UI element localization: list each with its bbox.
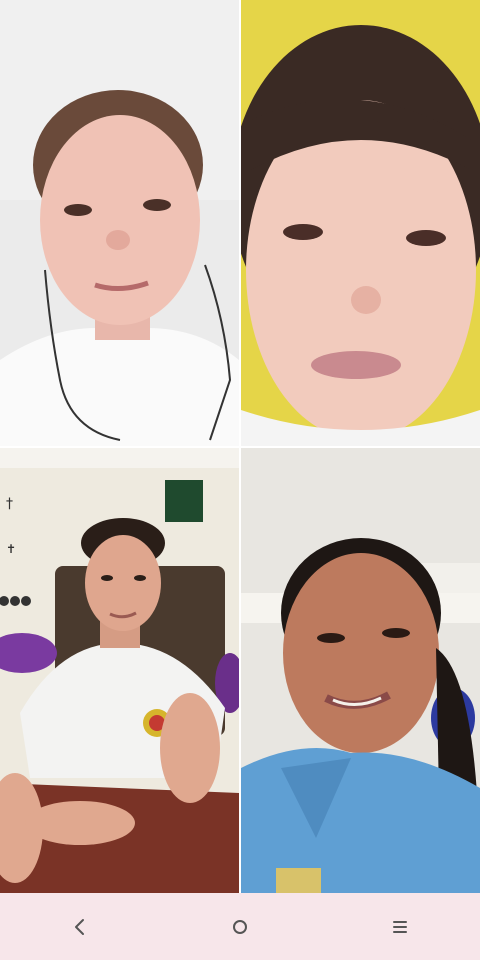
participant-video-4[interactable] <box>241 448 480 893</box>
participant-video-3[interactable]: † ✝ <box>0 448 239 893</box>
recents-button[interactable] <box>360 897 440 957</box>
svg-text:✝: ✝ <box>6 542 16 556</box>
back-button[interactable] <box>40 897 120 957</box>
participant-video-2[interactable] <box>241 0 480 446</box>
recents-icon <box>393 920 407 933</box>
participant-1-frame <box>0 0 239 446</box>
participant-video-1[interactable] <box>0 0 239 446</box>
home-icon <box>233 919 247 934</box>
svg-text:†: † <box>6 496 13 512</box>
participant-2-frame <box>241 0 480 446</box>
participant-4-frame <box>241 448 480 893</box>
home-button[interactable] <box>200 897 280 957</box>
screen: † ✝ <box>0 0 480 960</box>
system-navigation-bar <box>0 893 480 960</box>
back-icon <box>75 918 84 935</box>
participant-grid: † ✝ <box>0 0 480 893</box>
participant-3-frame: † ✝ <box>0 448 239 893</box>
